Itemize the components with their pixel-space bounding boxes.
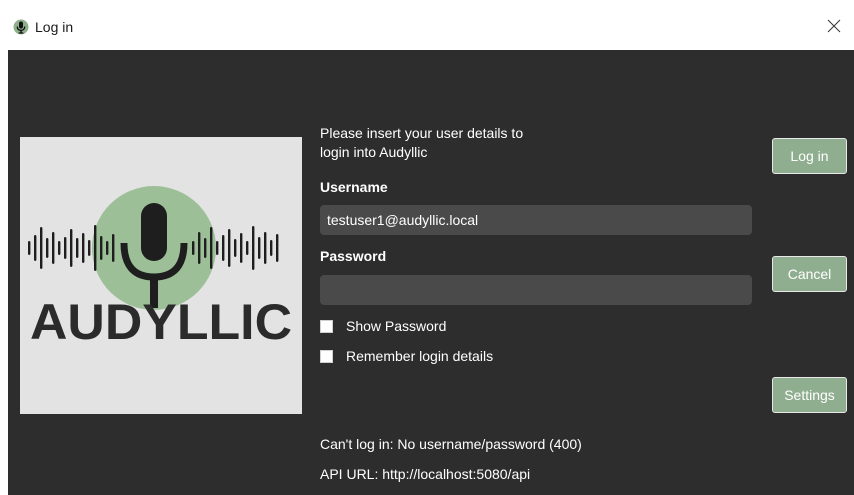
window-title: Log in: [35, 19, 74, 35]
instructions-line-1: Please insert your user details to: [320, 125, 524, 141]
close-button[interactable]: [814, 10, 854, 46]
username-input[interactable]: [320, 205, 752, 235]
password-input[interactable]: [320, 275, 752, 305]
show-password-label: Show Password: [346, 318, 447, 334]
microphone-icon: [13, 19, 29, 35]
status-message: Can't log in: No username/password (400): [320, 436, 582, 452]
settings-button[interactable]: Settings: [772, 377, 847, 413]
login-window: Log in AUDYLLIC Please insert your user …: [0, 0, 854, 495]
login-button[interactable]: Log in: [772, 138, 847, 174]
remember-login-checkbox-row[interactable]: Remember login details: [320, 347, 493, 365]
close-icon: [827, 19, 841, 38]
api-url: API URL: http://localhost:5080/api: [320, 466, 531, 482]
show-password-checkbox[interactable]: [320, 319, 333, 333]
show-password-checkbox-row[interactable]: Show Password: [320, 317, 446, 335]
title-bar: Log in: [0, 0, 854, 50]
audyllic-logo: AUDYLLIC: [20, 137, 302, 414]
remember-login-label: Remember login details: [346, 348, 494, 364]
remember-login-checkbox[interactable]: [320, 349, 333, 363]
cancel-button[interactable]: Cancel: [772, 256, 847, 292]
dialog-content: AUDYLLIC Please insert your user details…: [8, 50, 854, 495]
logo-text: AUDYLLIC: [30, 294, 292, 350]
instructions-line-2: login into Audyllic: [320, 144, 428, 160]
password-label: Password: [320, 248, 387, 264]
username-label: Username: [320, 179, 388, 195]
